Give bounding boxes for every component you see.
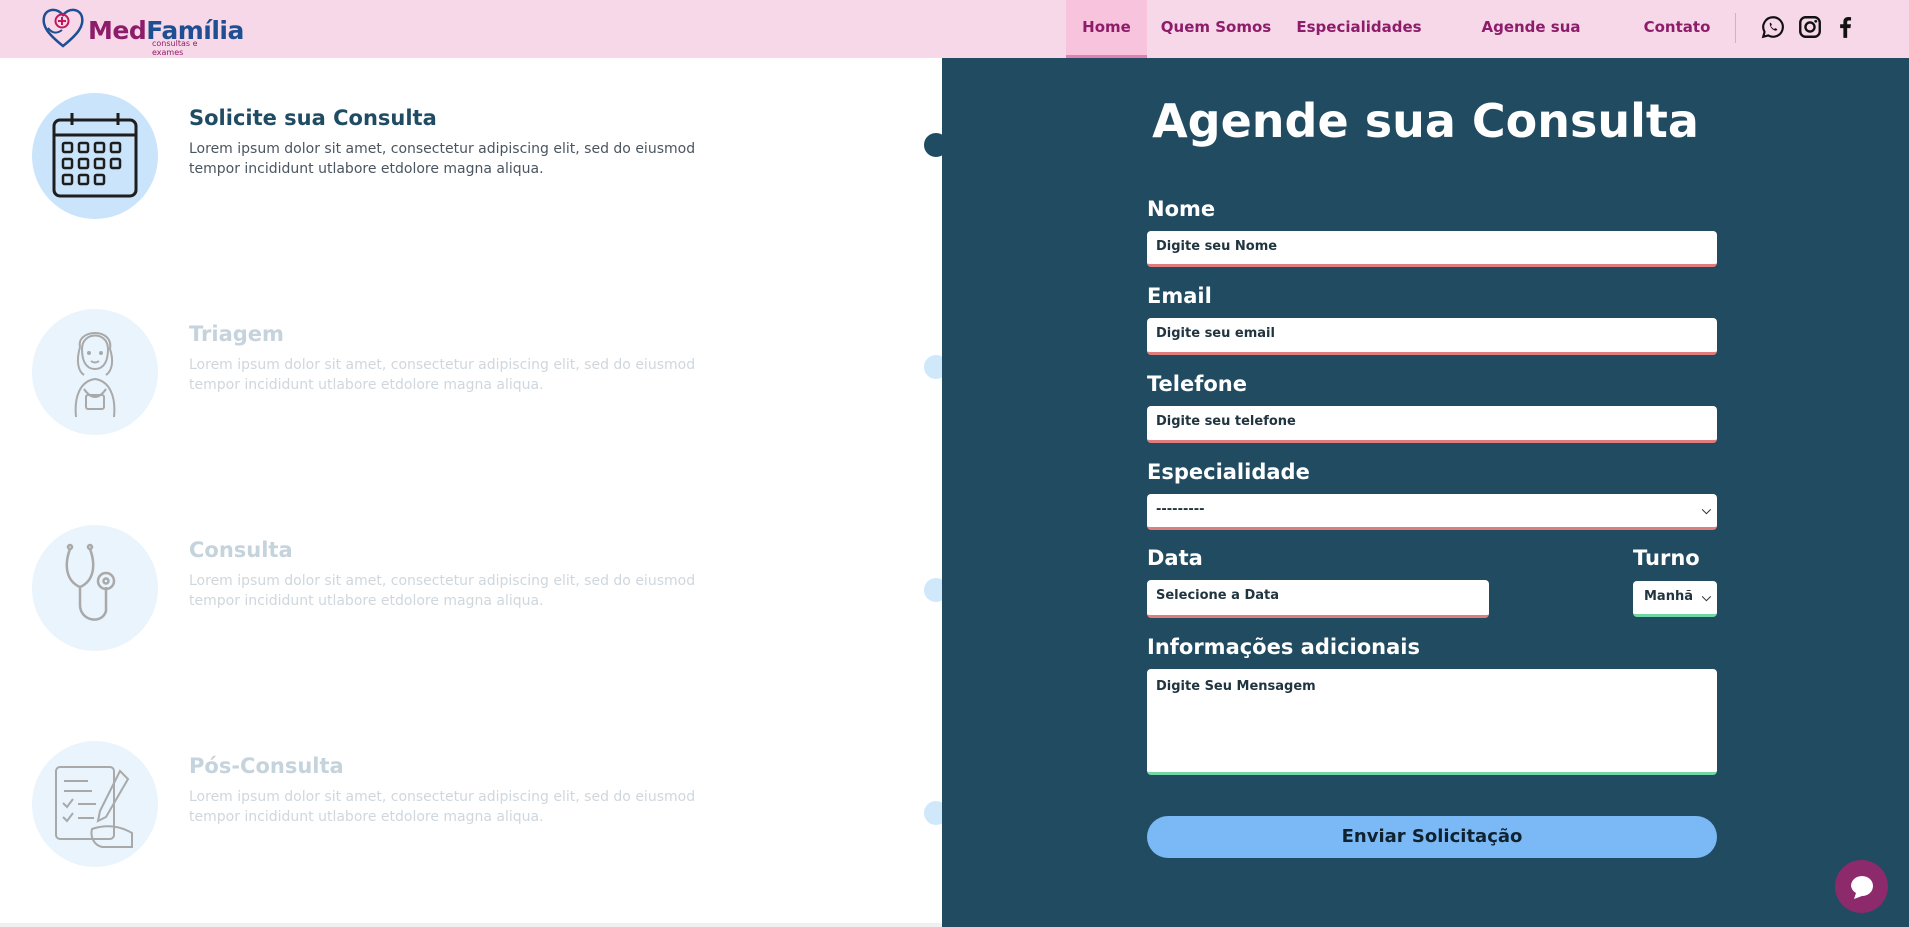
step-title: Solicite sua Consulta <box>189 106 437 130</box>
calendar-icon <box>52 113 138 198</box>
step-icon-circle <box>32 741 158 867</box>
step-description: Lorem ipsum dolor sit amet, consectetur … <box>189 573 696 609</box>
step-pos-consulta: Pós-Consulta Lorem ipsum dolor sit amet,… <box>0 741 760 871</box>
data-input[interactable]: Selecione a Data <box>1147 580 1489 618</box>
step-icon-circle <box>32 93 158 219</box>
turno-label: Turno <box>1633 546 1700 570</box>
brand-logo[interactable]: MedFamília consultas e exames <box>40 6 244 57</box>
especialidade-value: --------- <box>1156 502 1205 517</box>
navbar: MedFamília consultas e exames Home Quem … <box>0 0 1909 90</box>
nome-input[interactable]: Digite seu Nome <box>1147 231 1717 267</box>
nav-quem-somos[interactable]: Quem Somos <box>1160 0 1272 58</box>
appointment-panel: Agende sua Consulta <box>942 58 1909 927</box>
chat-bubble-icon <box>1851 876 1873 899</box>
nav-home[interactable]: Home <box>1066 0 1147 58</box>
telefone-label: Telefone <box>1147 372 1247 396</box>
facebook-icon[interactable] <box>1832 14 1858 40</box>
nav-agende-consulta[interactable]: Agende sua Consulta <box>1446 0 1616 90</box>
email-label: Email <box>1147 284 1212 308</box>
step-description: Lorem ipsum dolor sit amet, consectetur … <box>189 357 696 393</box>
submit-button[interactable]: Enviar Solicitação <box>1147 816 1717 858</box>
form-title: Agende sua Consulta <box>1152 94 1699 148</box>
nurse-icon <box>74 332 116 418</box>
step-title: Consulta <box>189 538 293 562</box>
telefone-input[interactable]: Digite seu telefone <box>1147 406 1717 443</box>
whatsapp-icon[interactable] <box>1760 14 1786 40</box>
data-label: Data <box>1147 546 1203 570</box>
heart-cross-logo-icon <box>42 8 84 48</box>
email-input[interactable]: Digite seu email <box>1147 318 1717 355</box>
chevron-down-icon: ⌵ <box>1701 590 1711 604</box>
nome-label: Nome <box>1147 197 1216 221</box>
especialidade-select[interactable]: --------- ⌵ <box>1147 494 1717 530</box>
step-title: Pós-Consulta <box>189 754 344 778</box>
stethoscope-icon <box>65 543 116 621</box>
step-description: Lorem ipsum dolor sit amet, consectetur … <box>189 789 696 825</box>
instagram-icon[interactable] <box>1797 14 1823 40</box>
step-title: Triagem <box>189 322 284 346</box>
brand-tagline: consultas e exames <box>152 39 198 57</box>
info-label: Informações adicionais <box>1147 635 1420 659</box>
step-consulta: Consulta Lorem ipsum dolor sit amet, con… <box>0 525 760 655</box>
step-triagem: Triagem Lorem ipsum dolor sit amet, cons… <box>0 309 760 439</box>
turno-select[interactable]: Manhã ⌵ <box>1633 581 1717 617</box>
nav-divider <box>1735 13 1736 43</box>
step-icon-circle <box>32 309 158 435</box>
nav-especialidades[interactable]: Especialidades <box>1295 0 1423 58</box>
step-solicite-consulta: Solicite sua Consulta Lorem ipsum dolor … <box>0 93 760 223</box>
nav-contato[interactable]: Contato <box>1640 0 1714 58</box>
info-textarea[interactable]: Digite Seu Mensagem <box>1147 669 1717 775</box>
chevron-down-icon: ⌵ <box>1701 503 1711 517</box>
prescription-icon <box>55 766 133 848</box>
turno-value: Manhã <box>1644 589 1693 604</box>
step-icon-circle <box>32 525 158 651</box>
page-bottom-divider <box>0 923 942 927</box>
especialidade-label: Especialidade <box>1147 460 1310 484</box>
step-description: Lorem ipsum dolor sit amet, consectetur … <box>189 141 696 177</box>
brand-name-med: Med <box>88 16 147 45</box>
chat-widget-button[interactable] <box>1835 860 1888 913</box>
